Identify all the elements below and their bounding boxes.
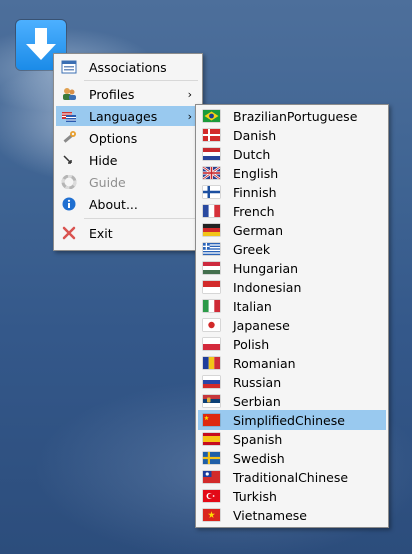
language-item-brazilian-portuguese[interactable]: BrazilianPortuguese (198, 106, 386, 126)
language-item-turkish[interactable]: Turkish (198, 486, 386, 506)
language-item-japanese[interactable]: Japanese (198, 315, 386, 335)
language-item-german[interactable]: German (198, 220, 386, 240)
menu-separator (84, 80, 198, 81)
menu-item-about[interactable]: About... (56, 194, 200, 214)
germany-flag-icon (203, 224, 220, 236)
taiwan-flag-icon (203, 471, 220, 483)
finland-flag-icon (203, 186, 220, 198)
menu-item-label: Options (89, 131, 138, 146)
chevron-right-icon: › (187, 110, 192, 123)
menu-item-hide[interactable]: Hide (56, 150, 200, 170)
menu-item-label: Associations (89, 60, 167, 75)
language-item-vietnamese[interactable]: Vietnamese (198, 505, 386, 525)
language-label: German (233, 223, 284, 238)
menu-item-label: Guide (89, 175, 126, 190)
greece-flag-icon (203, 243, 220, 255)
menu-item-label: Exit (89, 226, 113, 241)
hungary-flag-icon (203, 262, 220, 274)
china-flag-icon (203, 414, 220, 426)
language-item-traditional-chinese[interactable]: TraditionalChinese (198, 467, 386, 487)
language-label: Danish (233, 128, 277, 143)
language-item-russian[interactable]: Russian (198, 372, 386, 392)
language-label: Hungarian (233, 261, 299, 276)
language-item-simplified-chinese[interactable]: SimplifiedChinese (198, 410, 386, 430)
sweden-flag-icon (203, 452, 220, 464)
language-item-hungarian[interactable]: Hungarian (198, 258, 386, 278)
serbia-flag-icon (203, 395, 220, 407)
chevron-right-icon: › (187, 88, 192, 101)
spain-flag-icon (203, 433, 220, 445)
menu-item-languages[interactable]: Languages › (56, 106, 200, 126)
menu-item-options[interactable]: Options (56, 128, 200, 148)
denmark-flag-icon (203, 129, 220, 141)
menu-item-label: About... (89, 197, 138, 212)
language-label: Swedish (233, 451, 285, 466)
brazil-flag-icon (203, 110, 220, 122)
language-label: English (233, 166, 279, 181)
language-item-french[interactable]: French (198, 201, 386, 221)
russia-flag-icon (203, 376, 220, 388)
language-item-dutch[interactable]: Dutch (198, 144, 386, 164)
france-flag-icon (203, 205, 220, 217)
language-label: Dutch (233, 147, 271, 162)
menu-item-associations[interactable]: Associations (56, 57, 200, 77)
languages-submenu: BrazilianPortuguese Danish Dutch English… (195, 104, 389, 528)
language-item-italian[interactable]: Italian (198, 296, 386, 316)
language-item-swedish[interactable]: Swedish (198, 448, 386, 468)
language-label: Serbian (233, 394, 281, 409)
poland-flag-icon (203, 338, 220, 350)
language-item-danish[interactable]: Danish (198, 125, 386, 145)
language-label: Polish (233, 337, 270, 352)
turkey-flag-icon (203, 490, 220, 502)
language-label: Japanese (233, 318, 290, 333)
romania-flag-icon (203, 357, 220, 369)
language-label: Turkish (233, 489, 277, 504)
menu-item-label: Profiles (89, 87, 135, 102)
language-label: French (233, 204, 275, 219)
vietnam-flag-icon (203, 509, 220, 521)
language-item-greek[interactable]: Greek (198, 239, 386, 259)
language-item-finnish[interactable]: Finnish (198, 182, 386, 202)
language-item-spanish[interactable]: Spanish (198, 429, 386, 449)
language-label: Russian (233, 375, 282, 390)
language-label: BrazilianPortuguese (233, 109, 358, 124)
languages-icon (62, 112, 76, 122)
language-label: Greek (233, 242, 271, 257)
info-icon (62, 197, 76, 211)
italy-flag-icon (203, 300, 220, 312)
profiles-icon (63, 88, 76, 100)
language-label: Indonesian (233, 280, 302, 295)
lifebuoy-icon (61, 175, 77, 189)
language-label: Finnish (233, 185, 277, 200)
menu-item-label: Languages (89, 109, 158, 124)
menu-item-guide[interactable]: Guide (56, 172, 200, 192)
wrench-icon (63, 131, 76, 143)
indonesia-flag-icon (203, 281, 220, 293)
menu-separator (84, 218, 198, 219)
hide-icon (63, 155, 72, 164)
close-icon (62, 226, 76, 240)
language-label: SimplifiedChinese (233, 413, 345, 428)
language-item-polish[interactable]: Polish (198, 334, 386, 354)
language-item-serbian[interactable]: Serbian (198, 391, 386, 411)
language-label: Italian (233, 299, 272, 314)
language-label: TraditionalChinese (233, 470, 349, 485)
language-item-romanian[interactable]: Romanian (198, 353, 386, 373)
japan-flag-icon (203, 319, 220, 331)
language-item-indonesian[interactable]: Indonesian (198, 277, 386, 297)
netherlands-flag-icon (203, 148, 220, 160)
tray-context-menu: Associations Profiles › Languages › Opti… (53, 53, 203, 251)
menu-item-label: Hide (89, 153, 118, 168)
language-label: Vietnamese (233, 508, 307, 523)
language-label: Spanish (233, 432, 283, 447)
uk-flag-icon (203, 167, 220, 179)
language-label: Romanian (233, 356, 296, 371)
menu-item-profiles[interactable]: Profiles › (56, 84, 200, 104)
language-item-english[interactable]: English (198, 163, 386, 183)
menu-item-exit[interactable]: Exit (56, 223, 200, 243)
associations-icon (61, 60, 77, 74)
